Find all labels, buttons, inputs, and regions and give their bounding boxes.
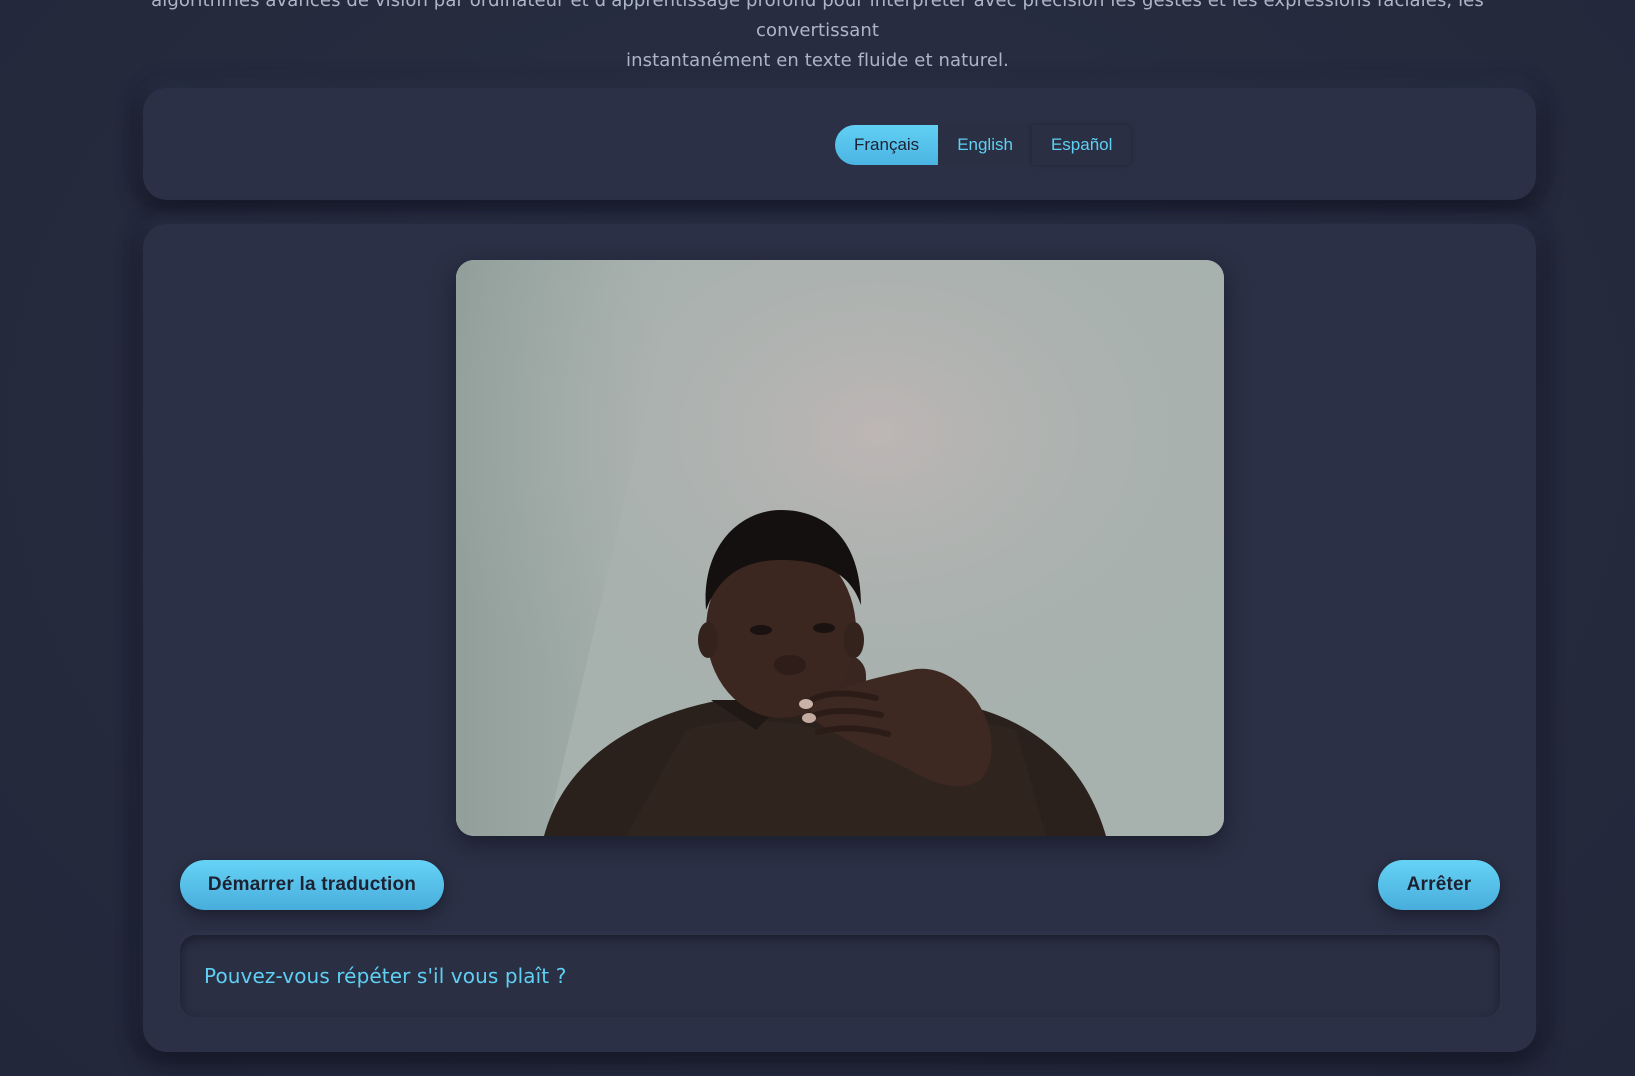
language-switcher: Français English Español <box>835 125 1132 165</box>
language-option-espanol[interactable]: Español <box>1031 125 1132 165</box>
intro-description: algorithmes avancés de vision par ordina… <box>150 0 1485 76</box>
camera-feed-video <box>456 260 1224 836</box>
stop-button[interactable]: Arrêter <box>1378 860 1500 910</box>
start-translation-button[interactable]: Démarrer la traduction <box>180 860 444 910</box>
language-option-francais[interactable]: Français <box>835 125 939 165</box>
translation-output-text: Pouvez-vous répéter s'il vous plaît ? <box>204 964 567 988</box>
language-selector-panel: Français English Español <box>143 88 1536 200</box>
translation-output-box: Pouvez-vous répéter s'il vous plaît ? <box>180 935 1500 1017</box>
camera-feed-image <box>456 260 1224 836</box>
intro-line-1: algorithmes avancés de vision par ordina… <box>151 0 1484 41</box>
translation-panel: Démarrer la traduction Arrêter Pouvez-vo… <box>143 224 1536 1052</box>
language-option-english[interactable]: English <box>938 125 1032 165</box>
page: algorithmes avancés de vision par ordina… <box>0 0 1635 1076</box>
intro-line-2: instantanément en texte fluide et nature… <box>626 50 1009 71</box>
